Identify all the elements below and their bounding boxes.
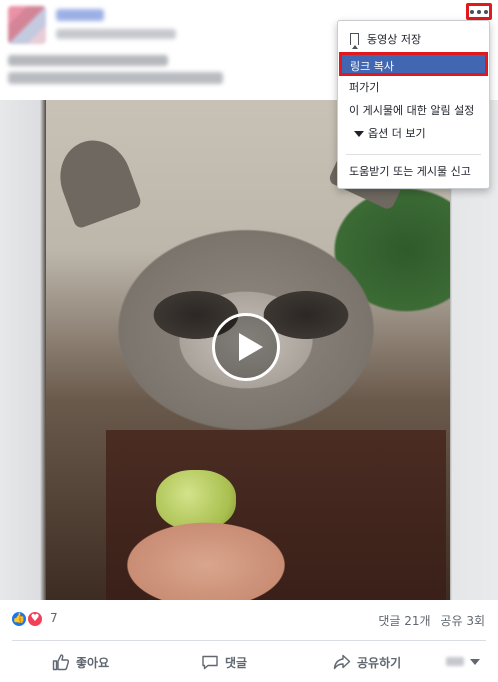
post-text-line-2-blurred [8,72,223,84]
comment-button[interactable]: 댓글 [201,650,247,674]
post-text-line-1-blurred [8,55,168,66]
avatar[interactable] [8,6,46,44]
comment-icon [202,655,218,670]
thumbs-up-icon [52,654,70,671]
engagement-stats: 댓글 21개 공유 3회 [372,612,485,629]
menu-item-label: 퍼가기 [349,81,380,94]
caret-down-icon [354,131,364,137]
caret-down-icon [470,659,480,665]
comment-count-link[interactable]: 댓글 21개 [378,614,430,628]
menu-item-more-options[interactable]: 옵션 더 보기 [338,123,489,145]
post-options-menu: 동영상 저장 링크 복사 퍼가기 이 게시물에 대한 알림 설정 옵션 더 보기… [337,20,490,189]
menu-item-copy-link[interactable]: 링크 복사 [339,52,488,76]
menu-item-label: 동영상 저장 [367,33,422,46]
menu-item-label: 옵션 더 보기 [368,127,426,140]
more-options-button[interactable] [466,3,492,20]
menu-item-report[interactable]: 도움받기 또는 게시물 신고 [338,161,489,183]
menu-item-embed[interactable]: 퍼가기 [338,77,489,99]
author-name-blurred[interactable] [56,9,104,21]
audience-selector[interactable] [446,655,486,669]
menu-item-save-video[interactable]: 동영상 저장 [338,29,489,51]
audience-avatar-blurred [446,657,464,666]
divider [12,640,486,641]
share-label: 공유하기 [357,655,402,670]
share-count-link[interactable]: 공유 3회 [440,614,485,628]
like-label: 좋아요 [76,655,110,670]
like-button[interactable]: 좋아요 [52,650,109,674]
play-icon[interactable] [212,313,280,381]
post-meta-blurred [56,29,176,39]
ellipsis-icon [470,9,474,14]
comment-label: 댓글 [225,655,248,670]
share-arrow-icon [333,654,351,670]
bookmark-icon [350,33,359,49]
menu-item-label: 링크 복사 [350,60,394,73]
menu-item-label: 이 게시물에 대한 알림 설정 [349,104,475,117]
menu-divider [346,154,481,155]
share-button[interactable]: 공유하기 [333,650,401,674]
love-reaction-icon: ♥ [26,610,44,628]
menu-item-notifications[interactable]: 이 게시물에 대한 알림 설정 [338,100,489,122]
reaction-count: 7 [50,611,58,625]
menu-item-label: 도움받기 또는 게시물 신고 [349,165,471,178]
